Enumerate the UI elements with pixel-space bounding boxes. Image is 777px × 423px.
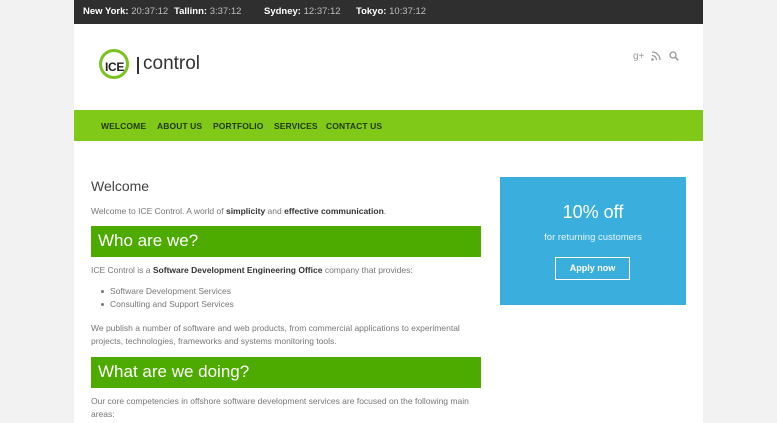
header-social-icons: g+ [633,51,683,65]
promo-subtitle: for returning customers [544,232,642,243]
page-background-right [703,0,777,423]
nav-item-about-us[interactable]: ABOUT US [157,121,202,131]
page-wrapper: New York: 20:37:12 Tallinn: 3:37:12 Sydn… [74,0,703,423]
page-background-left [0,0,74,423]
who-bold-company: Software Development Engineering Office [152,265,323,275]
clock-time: 20:37:12 [131,6,169,17]
welcome-bold-communication: effective communication [284,206,384,216]
services-list: Software Development Services Consulting… [101,285,234,311]
main-navigation: WELCOME ABOUT US PORTFOLIO SERVICES CONT… [74,110,703,141]
google-plus-icon[interactable]: g+ [633,51,644,62]
list-item: Software Development Services [101,285,234,298]
discount-promo-box: 10% off for returning customers Apply no… [500,177,686,305]
clock-time: 12:37:12 [303,6,341,17]
promo-title: 10% off [562,202,624,222]
welcome-intro: Welcome to ICE Control. A world of simpl… [91,206,387,216]
publish-text: We publish a number of software and web … [91,323,460,346]
rss-icon[interactable] [651,51,661,64]
clock-sydney: Sydney: 12:37:12 [264,6,341,17]
what-are-we-doing-heading: What are we doing? [91,357,481,388]
clock-city: Tokyo: [356,6,387,17]
nav-item-portfolio[interactable]: PORTFOLIO [213,121,263,131]
logo-ice-text: ICE [105,60,125,74]
site-header: ICE control g+ [74,24,703,110]
list-item: Consulting and Support Services [101,298,234,311]
nav-item-services[interactable]: SERVICES [274,121,318,131]
world-clock-bar: New York: 20:37:12 Tallinn: 3:37:12 Sydn… [74,0,703,24]
nav-item-welcome[interactable]: WELCOME [101,121,146,131]
clock-city: Tallinn: [174,6,208,17]
clock-tokyo: Tokyo: 10:37:12 [356,6,426,17]
doing-text: Our core competencies in offshore softwa… [91,396,469,419]
clock-time: 10:37:12 [389,6,427,17]
logo-divider [137,57,139,74]
logo-control-text: control [143,53,201,74]
clock-city: New York: [83,6,129,17]
apply-now-button[interactable]: Apply now [555,257,630,280]
welcome-heading: Welcome [91,178,150,194]
who-are-we-text: ICE Control is a Software Development En… [91,265,413,275]
clock-time: 3:37:12 [209,6,242,17]
clock-city: Sydney: [264,6,301,17]
search-icon[interactable] [669,51,679,64]
clock-new-york: New York: 20:37:12 [83,6,168,17]
welcome-bold-simplicity: simplicity [225,206,266,216]
who-are-we-heading: Who are we? [91,226,481,257]
clock-tallinn: Tallinn: 3:37:12 [174,6,241,17]
logo-ring-icon: ICE [99,49,129,79]
nav-item-contact-us[interactable]: CONTACT US [326,121,382,131]
